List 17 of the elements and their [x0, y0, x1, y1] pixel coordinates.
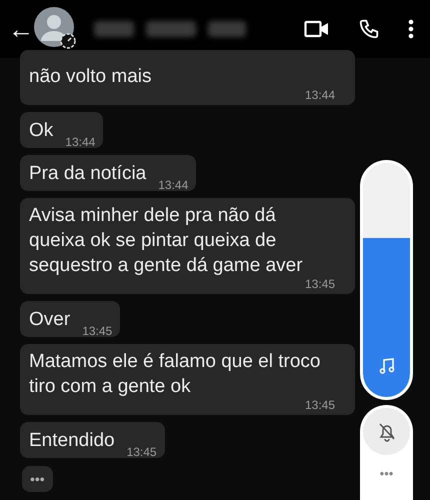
message-time: 13:44 [304, 89, 335, 101]
message-text: Pra da notícia [29, 162, 146, 186]
message-time: 13:44 [65, 136, 96, 148]
message-time: 13:45 [126, 446, 157, 458]
message-time: 13:45 [304, 278, 335, 290]
message-time: 13:45 [82, 325, 112, 337]
typing-indicator: ••• [22, 466, 53, 492]
message-text: Avisa minher dele pra não dá queixa ok se pintar queixa de sequestro a gente dá game aver [29, 204, 304, 278]
message-text: Over [29, 308, 70, 332]
message-text: não volto mais [29, 65, 153, 89]
back-button[interactable]: ← [8, 16, 30, 42]
message-time: 13:44 [158, 179, 188, 191]
message-text: Matamos ele é falamo que el troco tiro com a gente ok [29, 350, 322, 399]
message-text: Ok [29, 119, 54, 143]
more-button[interactable]: ••• [380, 467, 394, 480]
message-time: 13:45 [304, 399, 335, 411]
message-text: Entendido [29, 429, 115, 453]
